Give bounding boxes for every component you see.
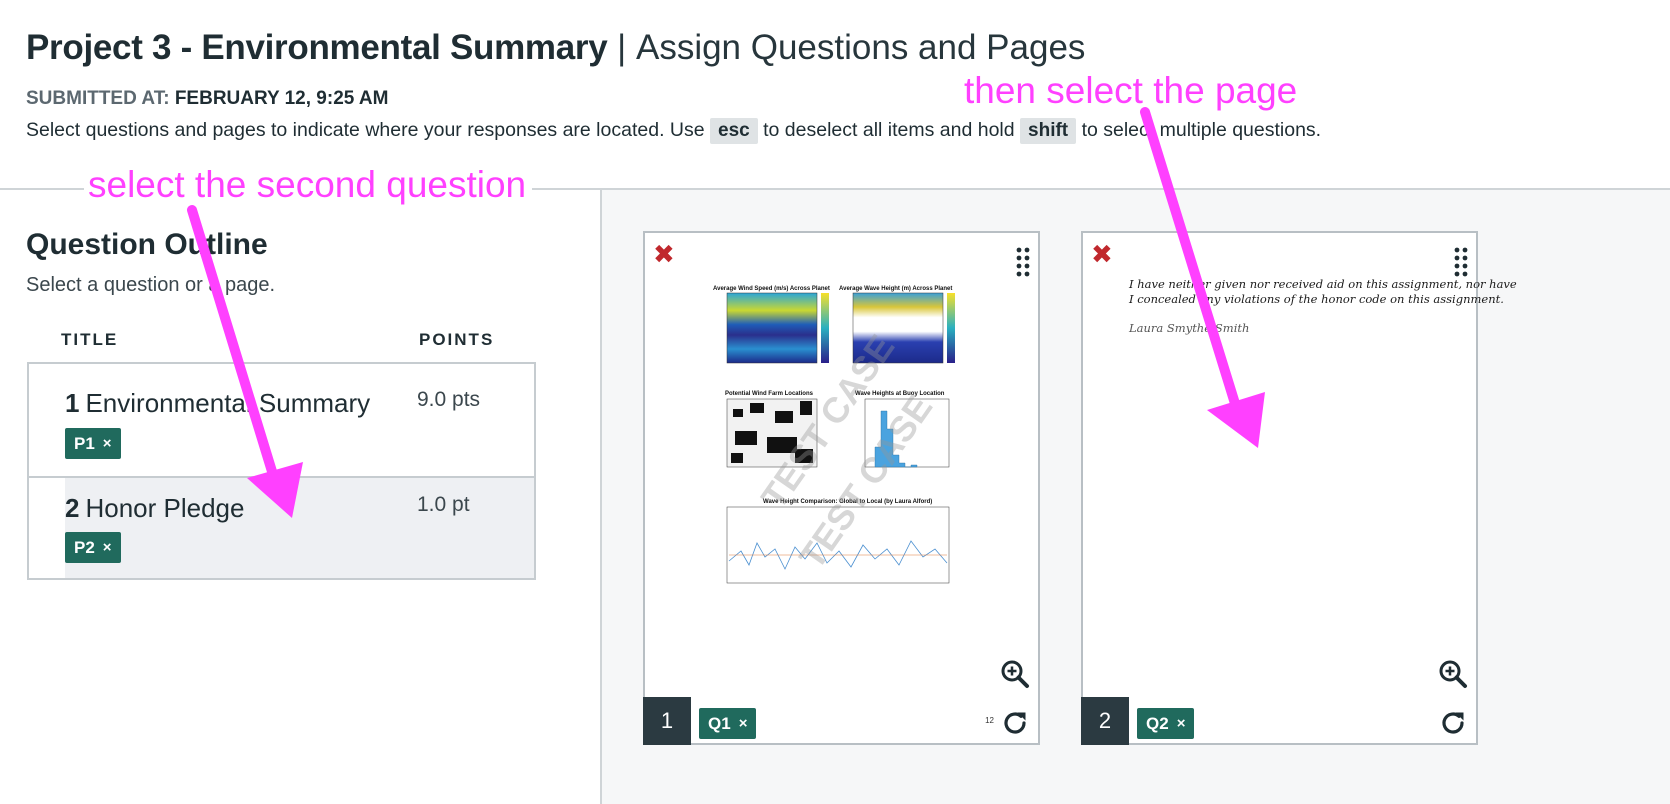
outline-title: Question Outline	[26, 228, 268, 261]
page-card-2[interactable]: ✖ I have neither given nor received aid …	[1081, 231, 1517, 745]
honor-pledge-text: I have neither given nor received aid on…	[1129, 277, 1517, 307]
column-points-header: POINTS	[419, 330, 495, 349]
question-row-1[interactable]: 1 Environmental Summary 9.0 pts P1 ×	[29, 364, 534, 478]
row-indent	[29, 478, 65, 578]
page-tag-p2[interactable]: P2 ×	[65, 532, 121, 563]
question-number: 2	[65, 493, 80, 523]
zoom-in-icon[interactable]	[1438, 659, 1468, 689]
page-header: Project 3 - Environmental Summary | Assi…	[26, 22, 1650, 144]
pledge-line-1: I have neither given nor received aid on…	[1129, 277, 1517, 291]
outline-subtitle: Select a question or a page.	[26, 274, 276, 296]
signature: Laura Smythe-Smith	[1129, 321, 1250, 335]
rotate-page-icon[interactable]	[1002, 709, 1030, 737]
instructions-text-1: Select questions and pages to indicate w…	[26, 119, 705, 141]
title-separator: |	[617, 28, 627, 67]
question-name: Honor Pledge	[85, 493, 245, 523]
question-number: 1	[65, 388, 80, 418]
page-number: 1	[643, 697, 691, 745]
page-thumbnail: Average Wind Speed (m/s) Across Planet A…	[705, 281, 955, 591]
page-note: 12	[985, 716, 994, 725]
column-title-header: TITLE	[61, 330, 119, 349]
page-number: 2	[1081, 697, 1129, 745]
panel-divider	[600, 189, 602, 804]
submission-info: SUBMITTED AT: FEBRUARY 12, 9:25 AM	[26, 88, 1650, 110]
esc-key: esc	[710, 118, 758, 144]
question-title: 2 Honor Pledge	[65, 493, 244, 524]
rotate-page-icon[interactable]	[1440, 709, 1468, 737]
question-list: 1 Environmental Summary 9.0 pts P1 × 2 Hono…	[27, 362, 536, 580]
submitted-value: FEBRUARY 12, 9:25 AM	[174, 88, 389, 109]
drag-handle-icon[interactable]	[1454, 247, 1468, 277]
annotation-select-question: select the second question	[84, 164, 533, 206]
zoom-in-icon[interactable]	[1000, 659, 1030, 689]
question-tag-q1[interactable]: Q1 ×	[699, 708, 757, 739]
question-title: 1 Environmental Summary	[65, 388, 370, 419]
assignment-title: Project 3 - Environmental Summary	[26, 28, 608, 67]
remove-page-tag-button[interactable]: ×	[103, 539, 112, 556]
shift-key: shift	[1020, 118, 1077, 144]
instructions-text-3: to select multiple questions.	[1081, 119, 1322, 141]
question-points: 9.0 pts	[417, 388, 481, 411]
pledge-line-2: I concealed any violations of the honor …	[1129, 292, 1504, 306]
submitted-label: SUBMITTED AT:	[26, 88, 170, 109]
remove-page-tag-button[interactable]: ×	[103, 435, 112, 452]
page-card-1[interactable]: ✖ Average Wind Speed (m/s) Across Planet…	[643, 231, 1040, 745]
drag-handle-icon[interactable]	[1016, 247, 1030, 277]
question-row-2[interactable]: 2 Honor Pledge 1.0 pt P2 ×	[29, 478, 534, 578]
remove-question-tag-button[interactable]: ×	[739, 715, 748, 732]
page-subtitle: Assign Questions and Pages	[635, 28, 1086, 67]
question-name: Environmental Summary	[85, 388, 371, 418]
page-tag-label: P1	[74, 433, 95, 453]
question-tag-label: Q1	[708, 713, 731, 733]
remove-question-tag-button[interactable]: ×	[1177, 715, 1186, 732]
remove-page-button[interactable]: ✖	[1091, 241, 1117, 267]
page-title: Project 3 - Environmental Summary | Assi…	[26, 22, 1650, 74]
remove-page-button[interactable]: ✖	[653, 241, 679, 267]
instructions-text-2: to deselect all items and hold	[763, 119, 1015, 141]
instructions: Select questions and pages to indicate w…	[26, 118, 1650, 144]
question-tag-label: Q2	[1146, 713, 1169, 733]
page-tag-label: P2	[74, 537, 95, 557]
question-points: 1.0 pt	[417, 493, 470, 516]
page-tag-p1[interactable]: P1 ×	[65, 428, 121, 459]
question-tag-q2[interactable]: Q2 ×	[1137, 708, 1195, 739]
annotation-select-page: then select the page	[964, 70, 1298, 111]
